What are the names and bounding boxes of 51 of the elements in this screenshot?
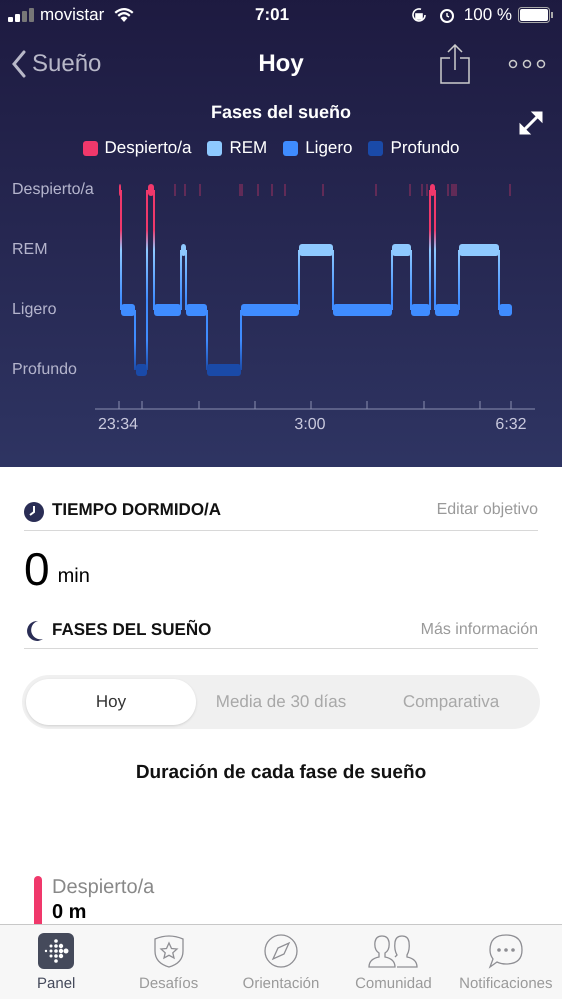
expand-button[interactable] <box>518 110 544 136</box>
segment-tab[interactable]: Media de 30 días <box>196 679 366 725</box>
expand-arrows-icon <box>518 110 544 136</box>
tab-bar-item[interactable]: Comunidad <box>337 925 450 999</box>
back-chevron-icon <box>12 50 26 78</box>
share-icon <box>440 44 470 84</box>
battery-percent: 100 % <box>464 4 512 26</box>
phase-duration-heading: Duración de cada fase de sueño <box>136 760 426 785</box>
asleep-unit: min <box>58 564 90 589</box>
clock-time: 7:01 <box>255 4 290 26</box>
tab-bar-item[interactable]: Notificaciones <box>450 925 562 999</box>
moon-icon <box>24 620 44 642</box>
tab-bar-item[interactable]: Orientación <box>224 925 338 999</box>
x-axis-label: 23:34 <box>96 415 140 435</box>
carrier-name: movistar <box>40 4 104 26</box>
legend-label: Despierto/a <box>104 137 192 160</box>
segment-tab[interactable]: Comparativa <box>366 679 536 725</box>
y-axis-label: Despierto/a <box>12 180 95 200</box>
wifi-icon <box>114 8 134 22</box>
dots-logo-icon <box>38 932 74 968</box>
more-info-link[interactable]: Más información <box>420 618 538 642</box>
compass-icon <box>263 932 300 968</box>
legend-label: Profundo <box>390 137 460 160</box>
chart-title: Fases del sueño <box>210 100 352 124</box>
y-axis-label: Profundo <box>12 360 78 380</box>
tab-bar-item[interactable]: Desafíos <box>112 925 225 999</box>
share-button[interactable] <box>440 44 470 84</box>
more-dots-icon <box>508 59 546 69</box>
more-button[interactable] <box>508 59 546 69</box>
x-axis-label: 3:00 <box>293 415 327 435</box>
legend-label: REM <box>229 137 268 160</box>
phase-value: 0 m <box>52 900 88 924</box>
y-axis-label: REM <box>12 240 49 260</box>
tab-bar-item[interactable]: Panel <box>0 925 112 999</box>
alarm-icon <box>438 6 456 24</box>
segment-tab[interactable]: Hoy <box>26 679 196 725</box>
section-title: FASES DEL SUEÑO <box>52 618 212 640</box>
x-axis-label: 6:32 <box>494 415 528 435</box>
phase-label: Despierto/a <box>52 875 154 900</box>
chat-bubble-icon <box>488 932 524 968</box>
back-button[interactable]: Sueño <box>12 46 102 82</box>
rotation-lock-icon <box>410 6 428 24</box>
battery-icon <box>518 7 554 23</box>
clock-icon <box>24 502 44 522</box>
page-title: Hoy <box>258 49 304 79</box>
asleep-value: 0 <box>24 542 50 597</box>
y-axis-label: Ligero <box>12 300 58 320</box>
section-title: TIEMPO DORMIDO/A <box>52 498 222 520</box>
legend-label: Ligero <box>305 137 352 160</box>
edit-goal-link[interactable]: Editar objetivo <box>436 498 538 522</box>
people-icon <box>367 932 420 968</box>
